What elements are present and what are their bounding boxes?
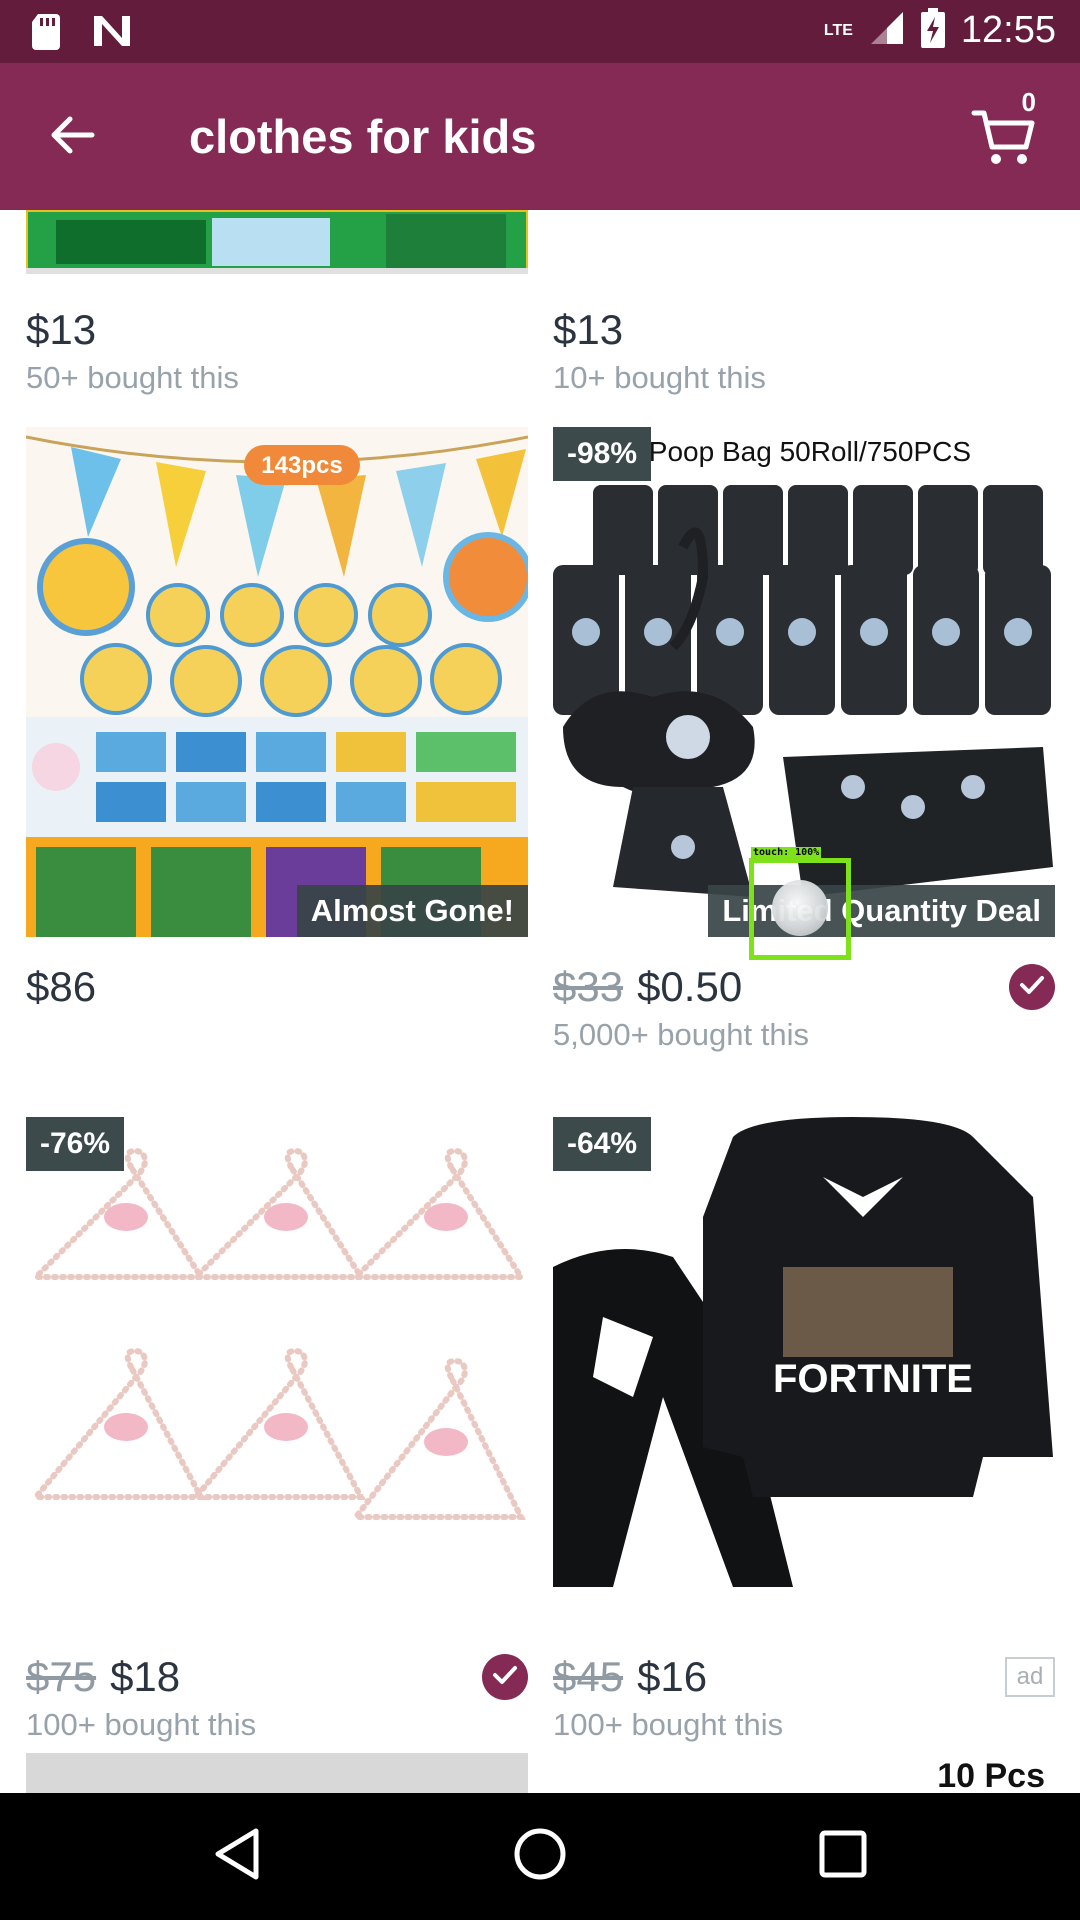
cart-count: 0 (1021, 87, 1036, 117)
discount-badge: -98% (553, 427, 652, 481)
price: $86 (26, 963, 97, 1010)
product-image[interactable] (553, 210, 1055, 274)
price-row: $45 $16 (553, 1647, 1055, 1707)
price: $0.50 (637, 963, 743, 1010)
verified-badge (1009, 964, 1055, 1010)
touch-indicator-label: touch: 100% (751, 847, 822, 858)
product-card[interactable]: Pet Poop Bag 50Roll/750PCS -98% Limited … (553, 427, 1055, 1077)
back-arrow-icon (48, 115, 96, 160)
nav-home-button[interactable] (505, 1821, 575, 1891)
product-image[interactable]: 143pcs Almost Gone! (26, 427, 528, 937)
ad-badge: ad (1005, 1657, 1055, 1697)
checkmark-icon (492, 1664, 518, 1691)
almost-gone-ribbon: Almost Gone! (296, 885, 528, 937)
nav-back-icon (212, 1827, 262, 1886)
app-bar: clothes for kids 0 (0, 63, 1080, 210)
original-price: $33 (553, 963, 624, 1010)
price: $13 (553, 306, 624, 353)
sd-card-icon (30, 12, 62, 55)
bought-count: 10+ bought this (553, 360, 766, 395)
nav-home-icon (513, 1827, 567, 1886)
n-notification-icon (92, 14, 132, 53)
product-image[interactable]: 10 Pcs (553, 1753, 1055, 1793)
search-query-title[interactable]: clothes for kids (189, 109, 536, 164)
verified-badge (482, 1654, 528, 1700)
price-row: $13 (553, 300, 1055, 360)
bought-count: 5,000+ bought this (553, 1017, 809, 1052)
price-row: $75 $18 (26, 1647, 528, 1707)
price: $16 (637, 1653, 708, 1700)
product-card[interactable]: 10 Pcs (553, 1753, 1055, 1793)
product-image-text: Pet Poop Bag 50Roll/750PCS (599, 436, 971, 467)
product-image[interactable]: -76% (26, 1117, 528, 1627)
network-type: LTE (823, 21, 853, 39)
product-grid: $13 50+ bought this $13 10+ bought this … (0, 210, 1080, 1793)
cart-button[interactable]: 0 (970, 87, 1050, 173)
product-card[interactable]: FORTNITE -64% $45 $16 ad 100+ bought thi… (553, 1117, 1055, 1742)
price: $18 (110, 1653, 181, 1700)
navigation-bar (0, 1793, 1080, 1920)
discount-badge: -64% (553, 1117, 652, 1171)
product-image-text: FORTNITE (773, 1357, 973, 1401)
original-price: $45 (553, 1653, 624, 1700)
status-clock: 12:55 (960, 9, 1056, 51)
price-row: $86 (26, 957, 528, 1017)
product-card[interactable]: $13 10+ bought this (553, 210, 1055, 415)
bought-count: 50+ bought this (26, 360, 239, 395)
product-card[interactable]: -76% $75 $18 100+ bought this (26, 1117, 528, 1742)
discount-badge: -76% (26, 1117, 125, 1171)
checkmark-icon (1019, 974, 1045, 1001)
status-bar: LTE 12:55 (0, 0, 1080, 63)
signal-icon (869, 10, 905, 51)
nav-back-button[interactable] (202, 1821, 272, 1891)
product-image[interactable] (26, 1753, 528, 1793)
back-button[interactable] (40, 105, 104, 169)
nav-recents-button[interactable] (808, 1821, 878, 1891)
battery-icon (920, 8, 945, 53)
price: $13 (26, 306, 97, 353)
product-image-text: 143pcs (261, 452, 342, 479)
product-card[interactable]: $13 50+ bought this (26, 210, 528, 415)
product-image-text: 10 Pcs (937, 1757, 1045, 1793)
product-image[interactable]: FORTNITE -64% (553, 1117, 1055, 1627)
nav-recents-icon (819, 1830, 867, 1883)
price-row: $33 $0.50 (553, 957, 1055, 1017)
price-row: $13 (26, 300, 528, 360)
bought-count: 100+ bought this (553, 1707, 784, 1742)
bought-count: 100+ bought this (26, 1707, 257, 1742)
product-image[interactable] (26, 210, 528, 274)
product-card[interactable] (26, 1753, 528, 1793)
original-price: $75 (26, 1653, 97, 1700)
product-card[interactable]: 143pcs Almost Gone! $86 (26, 427, 528, 1077)
touch-point (772, 880, 828, 936)
